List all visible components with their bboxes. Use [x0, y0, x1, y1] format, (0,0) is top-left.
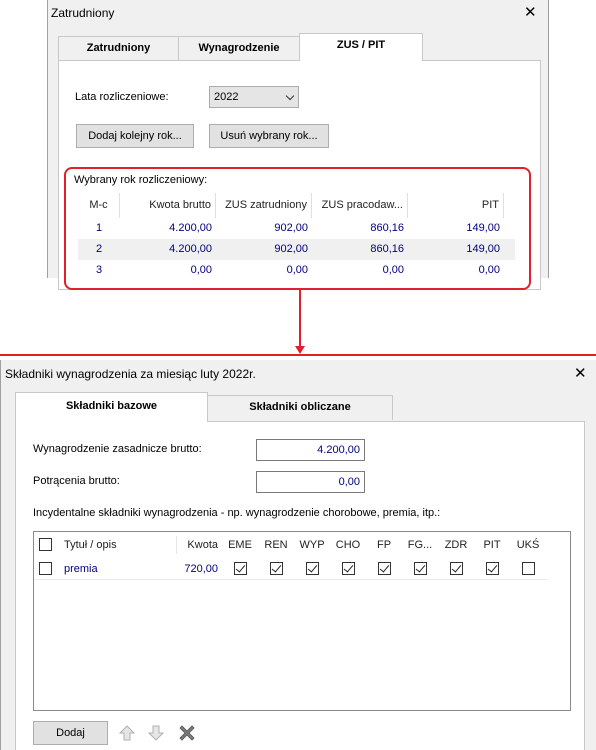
- connector-line: [299, 290, 301, 348]
- grid-header: Tytuł / opis Kwota EME REN WYP CHO FP FG…: [34, 532, 548, 558]
- tab-bar: Składniki bazowe Składniki obliczane: [15, 392, 575, 422]
- add-year-button[interactable]: Dodaj kolejny rok...: [76, 124, 194, 148]
- cell-pit: 149,00: [466, 222, 500, 234]
- tab-employee[interactable]: Zatrudniony: [58, 36, 179, 61]
- table-row[interactable]: premia 720,00: [34, 558, 548, 580]
- year-select-value: 2022: [214, 91, 239, 103]
- flag-uks-checkbox[interactable]: [522, 562, 535, 575]
- salary-components-window: Składniki wynagrodzenia za miesiąc luty …: [0, 360, 596, 750]
- column-header-fp[interactable]: FP: [366, 532, 402, 558]
- cell-gross: 4.200,00: [169, 222, 212, 234]
- cell-zus-employer: 860,16: [370, 243, 404, 255]
- cell-zus-employer: 860,16: [370, 222, 404, 234]
- cell-zus-employee: 902,00: [274, 243, 308, 255]
- column-header-wyp[interactable]: WYP: [294, 532, 330, 558]
- flag-pit-checkbox[interactable]: [486, 562, 499, 575]
- column-header-title[interactable]: Tytuł / opis: [56, 532, 176, 558]
- incidental-label: Incydentalne składniki wynagrodzenia - n…: [33, 507, 441, 519]
- tab-calculated-components[interactable]: Składniki obliczane: [207, 395, 393, 420]
- window-title: Zatrudniony: [51, 6, 115, 20]
- flag-fg-checkbox[interactable]: [414, 562, 427, 575]
- years-label: Lata rozliczeniowe:: [75, 91, 169, 103]
- flag-zdr-checkbox[interactable]: [450, 562, 463, 575]
- year-grid: M-c Kwota brutto ZUS zatrudniony ZUS pra…: [78, 193, 515, 281]
- grid-header: M-c Kwota brutto ZUS zatrudniony ZUS pra…: [78, 193, 515, 218]
- column-header-zus-employee[interactable]: ZUS zatrudniony: [216, 193, 312, 218]
- flag-wyp-checkbox[interactable]: [306, 562, 319, 575]
- cell-gross: 4.200,00: [169, 243, 212, 255]
- column-header-zus-employer[interactable]: ZUS pracodaw...: [312, 193, 408, 218]
- column-header-eme[interactable]: EME: [222, 532, 258, 558]
- selected-year-label: Wybrany rok rozliczeniowy:: [74, 174, 208, 186]
- delete-icon[interactable]: [176, 722, 198, 744]
- divider-line: [0, 354, 596, 356]
- deductions-label: Potrącenia brutto:: [33, 475, 120, 487]
- cell-month: 3: [95, 264, 103, 276]
- tab-bar: Zatrudniony Wynagrodzenie ZUS / PIT: [58, 33, 538, 61]
- flag-cho-checkbox[interactable]: [342, 562, 355, 575]
- column-header-pit[interactable]: PIT: [474, 532, 510, 558]
- year-select[interactable]: 2022: [209, 86, 299, 108]
- incidental-components-grid: Tytuł / opis Kwota EME REN WYP CHO FP FG…: [33, 531, 571, 711]
- cell-month: 2: [95, 243, 103, 255]
- selected-year-highlight: Wybrany rok rozliczeniowy: M-c Kwota bru…: [64, 167, 531, 290]
- base-salary-input[interactable]: 4.200,00: [256, 439, 365, 461]
- row-select-checkbox[interactable]: [39, 562, 52, 575]
- table-row[interactable]: 2 4.200,00 902,00 860,16 149,00: [78, 239, 515, 260]
- tab-salary[interactable]: Wynagrodzenie: [178, 36, 300, 61]
- cell-amount: 720,00: [184, 563, 218, 575]
- column-header-zdr[interactable]: ZDR: [438, 532, 474, 558]
- column-header-month[interactable]: M-c: [78, 193, 120, 218]
- close-icon[interactable]: ✕: [574, 366, 587, 381]
- deductions-input[interactable]: 0,00: [256, 471, 365, 493]
- column-header-fg[interactable]: FG...: [402, 532, 438, 558]
- base-salary-label: Wynagrodzenie zasadnicze brutto:: [33, 443, 202, 455]
- flag-fp-checkbox[interactable]: [378, 562, 391, 575]
- arrow-down-pointer: [295, 346, 305, 354]
- table-row[interactable]: 3 0,00 0,00 0,00 0,00: [78, 260, 515, 281]
- cell-zus-employee: 0,00: [286, 264, 308, 276]
- column-header-ren[interactable]: REN: [258, 532, 294, 558]
- column-header-gross[interactable]: Kwota brutto: [120, 193, 216, 218]
- cell-month: 1: [95, 222, 103, 234]
- cell-title: premia: [64, 563, 98, 575]
- remove-year-button[interactable]: Usuń wybrany rok...: [209, 124, 329, 148]
- column-header-amount[interactable]: Kwota: [176, 532, 222, 558]
- cell-zus-employee: 902,00: [274, 222, 308, 234]
- cell-zus-employer: 0,00: [382, 264, 404, 276]
- cell-gross: 0,00: [190, 264, 212, 276]
- flag-ren-checkbox[interactable]: [270, 562, 283, 575]
- add-button[interactable]: Dodaj: [33, 721, 108, 745]
- column-header-cho[interactable]: CHO: [330, 532, 366, 558]
- window-title: Składniki wynagrodzenia za miesiąc luty …: [5, 367, 256, 381]
- arrow-down-icon[interactable]: [145, 722, 167, 744]
- arrow-up-icon[interactable]: [116, 722, 138, 744]
- select-all-checkbox[interactable]: [39, 538, 52, 551]
- cell-pit: 149,00: [466, 243, 500, 255]
- close-icon[interactable]: ✕: [524, 5, 537, 20]
- flag-eme-checkbox[interactable]: [234, 562, 247, 575]
- chevron-down-icon: [285, 91, 295, 101]
- base-components-page: Wynagrodzenie zasadnicze brutto: 4.200,0…: [15, 421, 585, 750]
- tab-zus-pit[interactable]: ZUS / PIT: [299, 33, 423, 61]
- tab-base-components[interactable]: Składniki bazowe: [15, 392, 208, 422]
- table-row[interactable]: 1 4.200,00 902,00 860,16 149,00: [78, 218, 515, 239]
- cell-pit: 0,00: [478, 264, 500, 276]
- column-header-pit[interactable]: PIT: [408, 193, 504, 218]
- column-header-uks[interactable]: UKŚ: [510, 532, 546, 558]
